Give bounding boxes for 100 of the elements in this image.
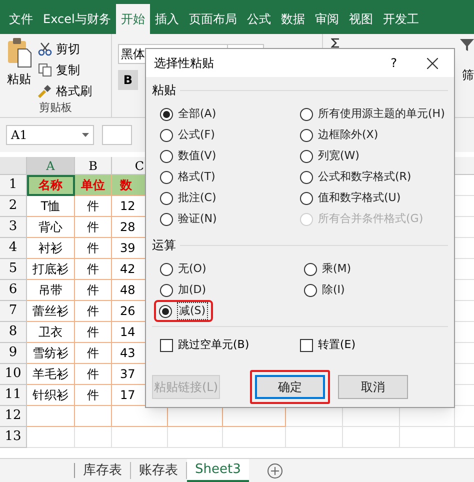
- option-label[interactable]: 批注(C): [178, 190, 216, 206]
- table-cell: 雪纺衫: [27, 343, 75, 364]
- radio-button[interactable]: [160, 108, 173, 120]
- radio-button[interactable]: [300, 128, 313, 142]
- radio-button[interactable]: [160, 284, 173, 296]
- row-header[interactable]: 6: [0, 280, 27, 301]
- option-label[interactable]: 格式(T): [178, 168, 216, 186]
- checkbox[interactable]: [160, 338, 173, 352]
- sum-icon[interactable]: [331, 38, 340, 48]
- radio-button[interactable]: [160, 212, 173, 226]
- row-header[interactable]: 1: [0, 175, 27, 196]
- ribbon-tab[interactable]: 数据: [276, 4, 310, 34]
- radio-button[interactable]: [160, 170, 173, 184]
- radio-button[interactable]: [160, 150, 173, 162]
- option-label[interactable]: 值和数字格式(U): [318, 190, 401, 206]
- radio-button[interactable]: [300, 108, 313, 120]
- ribbon-tab[interactable]: 文件: [4, 4, 38, 34]
- row-header[interactable]: 11: [0, 385, 27, 406]
- option-label[interactable]: 公式和数字格式(R): [318, 168, 412, 186]
- radio-button[interactable]: [160, 262, 173, 276]
- radio-button[interactable]: [159, 304, 172, 318]
- option-label[interactable]: 除(I): [322, 282, 345, 298]
- checkbox-label[interactable]: 转置(E): [318, 337, 356, 354]
- row-header[interactable]: 12: [0, 406, 27, 427]
- table-cell: 件: [75, 280, 112, 301]
- help-button[interactable]: ?: [390, 54, 397, 72]
- table-cell: 件: [75, 238, 112, 259]
- paste-label[interactable]: 粘贴: [7, 70, 31, 88]
- table-cell: 件: [75, 301, 112, 322]
- option-label[interactable]: 边框除外(X): [318, 126, 378, 144]
- option-label[interactable]: 全部(A): [178, 106, 216, 122]
- option-label[interactable]: 乘(M): [322, 260, 352, 278]
- dialog-button[interactable]: 确定: [255, 374, 325, 398]
- option-label[interactable]: 无(O): [178, 260, 206, 278]
- funnel-icon[interactable]: [460, 38, 474, 52]
- row-header[interactable]: 8: [0, 322, 27, 343]
- table-cell: 吊带: [27, 280, 75, 301]
- radio-button[interactable]: [160, 128, 173, 142]
- checkbox-label[interactable]: 跳过空单元(B): [178, 337, 250, 354]
- copy-label[interactable]: 复制: [56, 61, 80, 79]
- ribbon-tab[interactable]: 视图: [344, 4, 378, 34]
- ribbon-tab[interactable]: Excel与财务: [38, 4, 116, 34]
- column-header[interactable]: B: [75, 157, 112, 175]
- option-label[interactable]: 所有使用源主题的单元(H): [318, 106, 445, 122]
- radio-button[interactable]: [160, 192, 173, 204]
- option-label[interactable]: 数值(V): [178, 148, 216, 164]
- row-header[interactable]: 2: [0, 196, 27, 217]
- row-header[interactable]: 4: [0, 238, 27, 259]
- option-label[interactable]: 验证(N): [178, 210, 217, 228]
- table-cell: 衬衫: [27, 238, 75, 259]
- formula-field[interactable]: [102, 125, 132, 145]
- table-cell: 件: [75, 217, 112, 238]
- ribbon-tab[interactable]: 插入: [150, 4, 184, 34]
- table-cell: 件: [75, 196, 112, 217]
- row-header[interactable]: 9: [0, 343, 27, 364]
- brush-icon[interactable]: [38, 84, 52, 98]
- radio-button[interactable]: [300, 170, 313, 184]
- option-label[interactable]: 列宽(W): [318, 148, 360, 164]
- table-cell: 件: [75, 322, 112, 343]
- dropdown-icon[interactable]: [82, 133, 89, 137]
- copy-icon[interactable]: [38, 63, 52, 77]
- row-header[interactable]: 3: [0, 217, 27, 238]
- table-cell: 件: [75, 385, 112, 406]
- cut-label[interactable]: 剪切: [56, 40, 80, 58]
- table-cell: 打底衫: [27, 259, 75, 280]
- table-cell: [343, 427, 400, 448]
- clipboard-icon[interactable]: [6, 38, 32, 68]
- ribbon-tab[interactable]: 页面布局: [184, 4, 242, 34]
- option-label[interactable]: 减(S): [177, 302, 208, 320]
- column-header[interactable]: A: [27, 157, 75, 175]
- table-cell: [286, 427, 343, 448]
- dialog-title: 选择性粘贴: [154, 55, 215, 72]
- close-icon[interactable]: [427, 58, 438, 68]
- filter-label[interactable]: 筛: [462, 66, 474, 84]
- row-header[interactable]: 10: [0, 364, 27, 385]
- name-box[interactable]: A1: [6, 125, 94, 145]
- ribbon-tab[interactable]: 公式: [242, 4, 276, 34]
- sheet-tab[interactable]: 库存表: [75, 462, 131, 479]
- option-label[interactable]: 公式(F): [178, 126, 215, 144]
- add-sheet-icon[interactable]: [266, 462, 283, 478]
- bold-button[interactable]: B: [118, 70, 138, 90]
- radio-button[interactable]: [300, 150, 313, 162]
- row-header[interactable]: 5: [0, 259, 27, 280]
- row-header[interactable]: 13: [0, 427, 27, 448]
- ribbon-tab[interactable]: 审阅: [310, 4, 344, 34]
- ribbon-tab[interactable]: 开发工: [378, 4, 424, 34]
- table-cell: 件: [75, 364, 112, 385]
- radio-button[interactable]: [300, 192, 313, 204]
- dialog-button[interactable]: 取消: [338, 374, 408, 398]
- table-cell: [27, 427, 75, 448]
- option-label[interactable]: 加(D): [178, 282, 206, 298]
- row-header[interactable]: 7: [0, 301, 27, 322]
- ribbon-tab[interactable]: 开始: [116, 4, 150, 34]
- sheet-tab[interactable]: Sheet3: [187, 459, 249, 482]
- scissors-icon[interactable]: [38, 42, 52, 56]
- radio-button[interactable]: [304, 284, 317, 296]
- table-cell: 单位: [75, 175, 112, 196]
- checkbox[interactable]: [300, 338, 313, 352]
- format-painter-label[interactable]: 格式刷: [56, 82, 92, 100]
- radio-button[interactable]: [304, 262, 317, 276]
